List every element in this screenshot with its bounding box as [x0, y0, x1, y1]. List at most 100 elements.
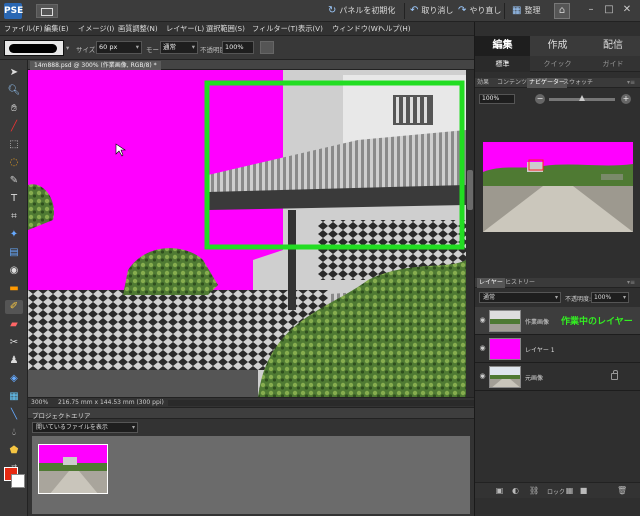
layer-name: 元画像 — [525, 375, 544, 382]
lock-all-icon[interactable]: ■ — [579, 486, 588, 495]
gradient-tool-icon[interactable]: ▦ — [5, 390, 23, 404]
reset-panels-button[interactable]: ↻ パネルを初期化 — [328, 4, 395, 18]
clone-stamp-tool-icon[interactable]: ♟ — [5, 354, 23, 368]
cookie-cutter-tool-icon[interactable]: ✦ — [5, 228, 23, 242]
eye-icon[interactable]: ◉ — [478, 372, 487, 381]
blur-tool-icon[interactable]: 💧︎ — [5, 426, 23, 440]
opacity-field[interactable]: 100% — [222, 41, 254, 54]
workspace-layout-button[interactable] — [36, 4, 58, 18]
tab-layers[interactable]: レイヤー — [477, 278, 505, 288]
tab-edit[interactable]: 編集 — [475, 36, 530, 56]
zoom-out-icon[interactable]: − — [535, 94, 545, 104]
healing-brush-tool-icon[interactable]: ▬ — [5, 282, 23, 296]
crop-tool-icon[interactable]: ⌗ — [5, 210, 23, 224]
new-adjustment-layer-icon[interactable]: ◐ — [511, 486, 520, 495]
background-color-swatch[interactable] — [11, 474, 25, 488]
brush-tool-icon[interactable]: ✐ — [5, 300, 23, 314]
menu-help[interactable]: ヘルプ(H) — [378, 24, 411, 34]
eraser-tool-icon[interactable]: ▰ — [5, 318, 23, 332]
smart-brush-tool-icon[interactable]: ✂ — [5, 336, 23, 350]
maximize-icon[interactable]: □ — [602, 3, 616, 17]
thumbnail-image — [39, 445, 107, 493]
project-bin-filter-select[interactable]: 開いているファイルを表示 ▾ — [32, 422, 138, 433]
tool-options-bar: ▾ サイズ 60 px ▾ モード 通常 ▾ 不透明度 100% — [0, 36, 474, 60]
panel-menu-icon[interactable]: ▾≡ — [627, 278, 635, 288]
menu-window[interactable]: ウィンドウ(W) — [332, 24, 381, 34]
sponge-tool-icon[interactable]: ⬟ — [5, 444, 23, 458]
menu-edit[interactable]: 編集(E) — [44, 24, 69, 34]
redo-button[interactable]: ↷ やり直し — [458, 4, 501, 18]
new-layer-icon[interactable]: ▣ — [495, 486, 504, 495]
scrollbar-thumb[interactable] — [467, 170, 473, 210]
subtab-guided[interactable]: ガイド — [585, 56, 640, 72]
tab-effects[interactable]: 効果 — [477, 78, 489, 88]
move-tool-icon[interactable]: ➤ — [5, 66, 23, 80]
menu-select[interactable]: 選択範囲(S) — [206, 24, 245, 34]
menu-filter[interactable]: フィルター(T) — [252, 24, 298, 34]
document-tab[interactable]: 14m888.psd @ 300% (作業画像, RGB/8) * — [30, 61, 161, 70]
menu-bar: ファイル(F) 編集(E) イメージ(I) 画質調整(N) レイヤー(L) 選択… — [0, 22, 474, 36]
tab-swatches[interactable]: スウォッチ — [563, 78, 593, 88]
blend-mode-select[interactable]: 通常 ▾ — [479, 292, 561, 303]
delete-layer-icon[interactable]: 🗑︎ — [617, 486, 627, 495]
tab-navigator[interactable]: ナビゲーター — [527, 78, 568, 88]
layer-item-working[interactable]: ◉ 作業画像 作業中のレイヤー — [475, 307, 640, 335]
horizontal-scrollbar[interactable] — [168, 400, 488, 406]
lock-transparency-icon[interactable]: ▦ — [565, 486, 574, 495]
navigator-preview[interactable] — [483, 142, 633, 232]
navigator-zoom-slider[interactable] — [549, 95, 615, 101]
layer-item-layer1[interactable]: ◉ レイヤー 1 — [475, 335, 640, 363]
vertical-scrollbar[interactable] — [466, 70, 474, 397]
tab-history[interactable]: ヒストリー — [505, 278, 535, 288]
minimize-icon[interactable]: – — [584, 3, 598, 17]
hand-tool-icon[interactable]: ✋︎ — [5, 102, 23, 116]
layer-thumbnail — [489, 366, 521, 388]
layer-name: 作業画像 — [525, 319, 550, 326]
link-layers-icon[interactable]: ⛓︎ — [529, 486, 539, 495]
brush-stroke-preview — [9, 44, 57, 53]
layer-opacity-field[interactable]: 100% ▾ — [591, 292, 629, 303]
home-icon[interactable]: ⌂ — [554, 3, 570, 19]
panel-menu-icon[interactable]: ▾≡ — [627, 78, 635, 88]
tab-create[interactable]: 作成 — [530, 36, 585, 56]
slider-knob[interactable] — [579, 95, 585, 101]
zoom-tool-icon[interactable]: 🔍︎ — [5, 84, 23, 98]
quick-selection-tool-icon[interactable]: ✎ — [5, 174, 23, 188]
zoom-in-icon[interactable]: + — [621, 94, 631, 104]
menu-file[interactable]: ファイル(F) — [4, 24, 43, 34]
eye-icon[interactable]: ◉ — [478, 344, 487, 353]
tab-share[interactable]: 配信 — [585, 36, 640, 56]
zoom-level[interactable]: 300% — [31, 399, 48, 406]
dropdown-arrow-icon[interactable]: ▾ — [66, 44, 69, 52]
open-file-thumbnail[interactable] — [38, 444, 108, 494]
brush-settings-icon[interactable] — [260, 41, 274, 54]
paint-bucket-tool-icon[interactable]: ◈ — [5, 372, 23, 386]
red-eye-tool-icon[interactable]: ◉ — [5, 264, 23, 278]
close-icon[interactable]: ✕ — [620, 3, 634, 17]
organize-button[interactable]: ▦ 整理 — [512, 4, 540, 18]
straighten-tool-icon[interactable]: ▤ — [5, 246, 23, 260]
navigator-zoom-field[interactable]: 100% — [479, 94, 515, 104]
eyedropper-tool-icon[interactable]: ╱ — [5, 120, 23, 134]
menu-image[interactable]: イメージ(I) — [78, 24, 114, 34]
tab-content[interactable]: コンテンツ — [497, 78, 527, 88]
subtab-full[interactable]: 標準 — [475, 56, 530, 72]
document-canvas[interactable] — [28, 70, 466, 397]
mode-select[interactable]: 通常 ▾ — [160, 41, 198, 54]
project-bin: プロジェクトエリア 開いているファイルを表示 ▾ — [28, 407, 474, 516]
layer-item-original[interactable]: ◉ 元画像 — [475, 363, 640, 391]
subtab-quick[interactable]: クイック — [530, 56, 585, 72]
eye-icon[interactable]: ◉ — [478, 316, 487, 325]
navigator-preview-image — [483, 142, 633, 232]
marquee-tool-icon[interactable]: ⬚ — [5, 138, 23, 152]
shape-tool-icon[interactable]: ╲ — [5, 408, 23, 422]
type-tool-icon[interactable]: T — [5, 192, 23, 206]
menu-enhance[interactable]: 画質調整(N) — [118, 24, 158, 34]
lasso-tool-icon[interactable]: ◌ — [5, 156, 23, 170]
menu-layer[interactable]: レイヤー(L) — [166, 24, 204, 34]
menu-view[interactable]: 表示(V) — [298, 24, 323, 34]
size-field[interactable]: 60 px ▾ — [96, 41, 142, 54]
app-logo-icon: PSE — [4, 3, 23, 19]
undo-button[interactable]: ↶ 取り消し — [410, 4, 453, 18]
brush-preset-picker[interactable] — [4, 40, 64, 56]
